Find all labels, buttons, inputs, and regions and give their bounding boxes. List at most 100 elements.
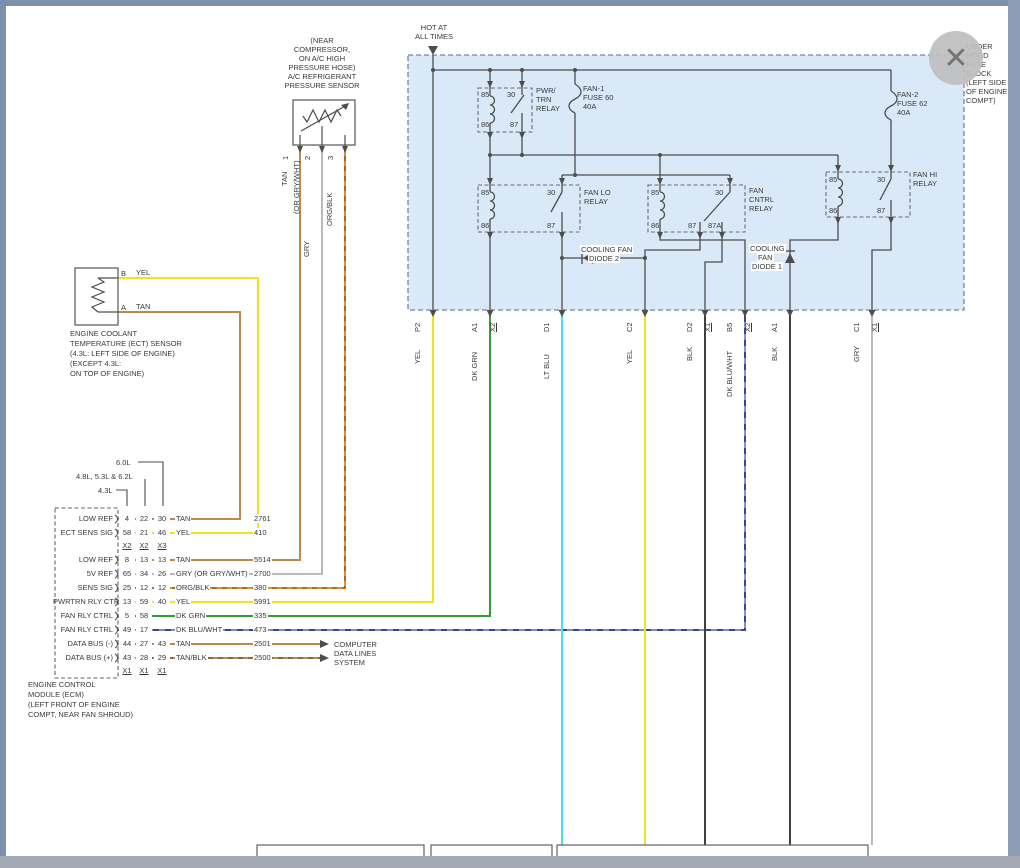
- ac-sensor-note: COMPRESSOR,: [268, 45, 376, 54]
- connector-id-label: X1: [703, 323, 712, 332]
- ecm-pin-label: LOW REF: [53, 555, 113, 564]
- connector-pin-label: A1: [470, 323, 479, 332]
- wire-color: DK GRN: [175, 611, 206, 620]
- relay-pin-label: 86: [651, 221, 659, 230]
- fuse-label: FUSE 62: [897, 99, 927, 108]
- fuse-label: FAN-2: [897, 90, 918, 99]
- ecm-note: MODULE (ECM): [28, 690, 84, 699]
- sensor-pin-label: 3: [326, 156, 335, 160]
- relay-pin-label: 85: [481, 90, 489, 99]
- close-button[interactable]: ✕: [929, 31, 983, 85]
- relay-pin-label: 85: [651, 188, 659, 197]
- engine-variant-label: 4.3L: [98, 486, 113, 495]
- data-lines-label: SYSTEM: [334, 658, 365, 667]
- circuit-number: 2500: [253, 653, 272, 662]
- fuse-block-title: OF ENGINE: [966, 87, 1007, 96]
- connector-pin-label: D2: [685, 322, 694, 332]
- pin-number: 26: [154, 569, 170, 578]
- wire-color: TAN: [175, 555, 191, 564]
- circuit-number: 473: [253, 625, 268, 634]
- diode-label: DIODE 1: [751, 262, 783, 271]
- relay-name: PWR/: [536, 86, 556, 95]
- ect-sensor-note: (4.3L: LEFT SIDE OF ENGINE): [70, 349, 175, 358]
- circuit-number: 410: [253, 528, 268, 537]
- pin-number: 25: [119, 583, 135, 592]
- circuit-number: 2501: [253, 639, 272, 648]
- relay-pin-label: 87: [547, 221, 555, 230]
- fuse-label: 40A: [583, 102, 596, 111]
- wire-color: YEL: [175, 597, 191, 606]
- pin-number: 12: [136, 583, 152, 592]
- ect-sensor-box: [75, 268, 118, 325]
- circuit-number: 5514: [253, 555, 272, 564]
- wire-color: YEL: [175, 528, 191, 537]
- window-frame-left: [0, 0, 6, 868]
- window-frame-bottom: [0, 856, 1020, 868]
- wire-color-label: BLK: [685, 347, 694, 361]
- wire-color: DK BLU/WHT: [175, 625, 223, 634]
- wire-color-label: GRY: [852, 346, 861, 362]
- connector-pin-label: C2: [625, 322, 634, 332]
- pin-number: 28: [136, 653, 152, 662]
- relay-pin-label: 85: [481, 188, 489, 197]
- diode-label: FAN: [757, 253, 774, 262]
- wire-fan-rly-ctrl-dkbluwht: [118, 310, 745, 630]
- connector-pin-label: D1: [542, 322, 551, 332]
- pin-number: 13: [119, 597, 135, 606]
- circuit-number: 5991: [253, 597, 272, 606]
- wire-color-label: ORG/BLK: [325, 193, 334, 226]
- ect-sensor-note: ENGINE COOLANT: [70, 329, 137, 338]
- relay-name: TRN: [536, 95, 551, 104]
- wire-color-label: GRY: [302, 241, 311, 257]
- diode-label: DIODE 2: [588, 254, 620, 263]
- wire-color-label: YEL: [625, 350, 634, 364]
- connector-pin-label: B5: [725, 323, 734, 332]
- ecm-pin-label: FAN RLY CTRL: [53, 625, 113, 634]
- wire-color-label: (OR GRY/WHT): [292, 160, 301, 214]
- pin-number: 43: [154, 639, 170, 648]
- sensor-pin-label: B: [121, 269, 126, 278]
- wire-color-label: DK GRN: [470, 352, 479, 381]
- pin-number: 22: [136, 514, 152, 523]
- pin-number: 44: [119, 639, 135, 648]
- sensor-boxes: [75, 100, 355, 325]
- ect-sensor-note: ON TOP OF ENGINE): [70, 369, 144, 378]
- sensor-pin-label: 2: [303, 156, 312, 160]
- window-frame-top: [0, 0, 1020, 6]
- pin-number: 49: [119, 625, 135, 634]
- diode-label: COOLING FAN: [580, 245, 633, 254]
- fuse-label: FAN-1: [583, 84, 604, 93]
- hot-label: ALL TIMES: [408, 32, 460, 41]
- ecm-note: ENGINE CONTROL: [28, 680, 96, 689]
- ac-sensor-note: PRESSURE HOSE): [268, 63, 376, 72]
- pin-number: 5: [119, 611, 135, 620]
- window-frame-right: [1008, 0, 1020, 868]
- circuit-number: 2700: [253, 569, 272, 578]
- wire-color-label: LT BLU: [542, 354, 551, 379]
- wire-dkbluwht-stripe: [118, 310, 745, 630]
- ect-sensor-note: TEMPERATURE (ECT) SENSOR: [70, 339, 182, 348]
- engine-variant-brackets: [116, 462, 163, 506]
- relay-name: RELAY: [913, 179, 937, 188]
- relay-pin-label: 86: [481, 120, 489, 129]
- connector-id-label: X1: [154, 666, 170, 675]
- diagram-canvas: [0, 0, 1020, 868]
- ecm-note: COMPT, NEAR FAN SHROUD): [28, 710, 133, 719]
- fuse-label: FUSE 60: [583, 93, 613, 102]
- pin-number: 34: [136, 569, 152, 578]
- wire-color: TAN: [175, 514, 191, 523]
- connector-pin-label: C1: [852, 322, 861, 332]
- pin-number: 59: [136, 597, 152, 606]
- pin-number: 58: [136, 611, 152, 620]
- wire-color-label: YEL: [413, 350, 422, 364]
- ecm-pin-label: DATA BUS (-): [53, 639, 113, 648]
- circuit-number: 2761: [253, 514, 272, 523]
- connector-id-label: X2: [743, 323, 752, 332]
- sensor-pin-label: A: [121, 303, 126, 312]
- relay-pin-label: 30: [507, 90, 515, 99]
- relay-pin-label: 86: [481, 221, 489, 230]
- connector-id-label: X1: [136, 666, 152, 675]
- ecm-note: (LEFT FRONT OF ENGINE: [28, 700, 120, 709]
- connector-id-label: X2: [488, 323, 497, 332]
- databus-arrow-2: [320, 654, 329, 662]
